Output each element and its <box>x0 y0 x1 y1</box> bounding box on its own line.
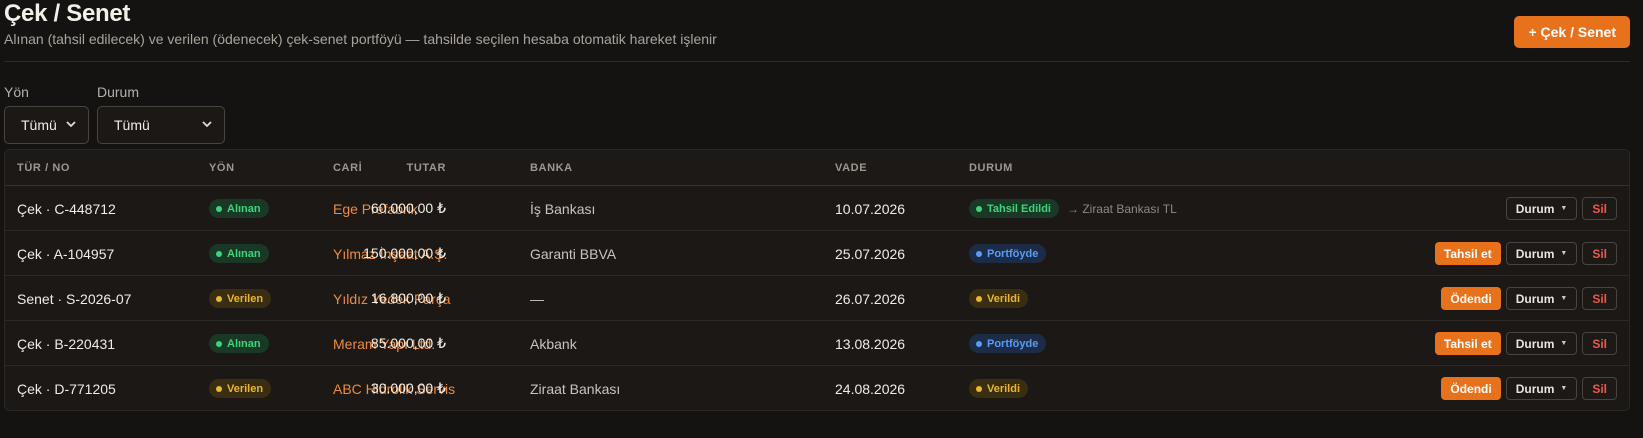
row-bank: Ziraat Bankası <box>530 380 621 397</box>
table-header: TÜR / NO YÖN CARİ BANKA TUTAR VADE DURUM <box>5 150 1629 186</box>
status-select[interactable]: Tümü <box>97 106 225 144</box>
dot-icon <box>216 385 222 392</box>
delete-button[interactable]: Sil <box>1582 197 1617 220</box>
direction-select-value: Tümü <box>21 117 57 133</box>
row-primary-action-button[interactable]: Ödendi <box>1441 377 1501 400</box>
caret-down-icon: ▼ <box>1560 340 1568 347</box>
dot-icon <box>976 340 982 347</box>
row-type-no: Çek · C-448712 <box>17 200 116 217</box>
direction-badge: Alınan <box>209 199 269 218</box>
column-header-bank: BANKA <box>530 162 573 174</box>
row-bank: Akbank <box>530 335 577 352</box>
row-bank: Garanti BBVA <box>530 245 617 262</box>
dot-icon <box>216 250 222 257</box>
dot-icon <box>216 205 222 212</box>
row-primary-action-button[interactable]: Tahsil et <box>1434 242 1501 265</box>
row-type-no: Çek · D-771205 <box>17 380 116 397</box>
row-due-date: 26.07.2026 <box>835 290 906 307</box>
caret-down-icon: ▼ <box>1560 385 1568 392</box>
row-amount: 16.800,00 ₺ <box>370 290 446 306</box>
direction-badge: Alınan <box>209 334 269 353</box>
table-row: Çek · C-448712 Alınan Ege Prefabrik İş B… <box>5 186 1629 231</box>
row-bank: — <box>530 290 544 307</box>
caret-down-icon: ▼ <box>1560 295 1568 302</box>
direction-badge: Verilen <box>209 379 272 398</box>
dot-icon <box>976 385 982 392</box>
delete-button[interactable]: Sil <box>1582 242 1617 265</box>
page-title: Çek / Senet <box>4 0 131 27</box>
status-select-value: Tümü <box>114 117 150 133</box>
status-filter: Durum Tümü <box>97 84 225 144</box>
row-due-date: 13.08.2026 <box>835 335 906 352</box>
row-actions: Ödendi Durum ▼ Sil <box>1441 366 1617 410</box>
status-badge: Portföyde <box>969 244 1047 263</box>
row-primary-action-button[interactable]: Ödendi <box>1441 287 1501 310</box>
status-badge: Portföyde <box>969 334 1047 353</box>
delete-button[interactable]: Sil <box>1582 332 1617 355</box>
chevron-down-icon <box>202 119 212 131</box>
row-amount: 30.000,00 ₺ <box>370 380 446 396</box>
row-amount: 150.000,00 ₺ <box>363 245 446 261</box>
row-due-date: 10.07.2026 <box>835 200 906 217</box>
row-actions: Tahsil et Durum ▼ Sil <box>1434 231 1617 276</box>
direction-select[interactable]: Tümü <box>4 106 89 144</box>
column-header-status: DURUM <box>969 162 1013 174</box>
dot-icon <box>976 250 982 257</box>
dot-icon <box>976 295 982 302</box>
status-menu-button[interactable]: Durum ▼ <box>1505 287 1578 310</box>
caret-down-icon: ▼ <box>1560 205 1568 212</box>
status-menu-button[interactable]: Durum ▼ <box>1505 197 1578 220</box>
table-row: Çek · D-771205 Verilen ABC Hidrolik Serv… <box>5 366 1629 410</box>
delete-button[interactable]: Sil <box>1582 377 1617 400</box>
status-target-note: → Ziraat Bankası TL <box>1066 201 1177 216</box>
row-actions: Durum ▼ Sil <box>1505 186 1617 231</box>
column-header-cari: CARİ <box>333 162 363 174</box>
row-type-no: Senet · S-2026-07 <box>17 290 132 307</box>
status-menu-button[interactable]: Durum ▼ <box>1505 377 1578 400</box>
direction-filter: Yön Tümü <box>4 84 89 144</box>
page-subtitle: Alınan (tahsil edilecek) ve verilen (öde… <box>4 31 717 47</box>
row-amount: 85.000,00 ₺ <box>370 335 446 351</box>
status-menu-button[interactable]: Durum ▼ <box>1505 332 1578 355</box>
status-filter-label: Durum <box>97 84 140 100</box>
direction-badge: Verilen <box>209 289 272 308</box>
row-amount: 60.000,00 ₺ <box>370 200 446 216</box>
chevron-down-icon <box>66 119 76 131</box>
row-actions: Ödendi Durum ▼ Sil <box>1441 276 1617 321</box>
row-bank: İş Bankası <box>530 200 596 217</box>
status-menu-button[interactable]: Durum ▼ <box>1505 242 1578 265</box>
column-header-amount: TUTAR <box>406 162 446 174</box>
row-actions: Tahsil et Durum ▼ Sil <box>1434 321 1617 366</box>
caret-down-icon: ▼ <box>1560 250 1568 257</box>
dot-icon <box>216 295 222 302</box>
table-row: Çek · B-220431 Alınan Meram Yapı Ltd. Ak… <box>5 321 1629 366</box>
status-badge: Verildi <box>969 379 1029 398</box>
status-badge: Verildi <box>969 289 1029 308</box>
column-header-direction: YÖN <box>209 162 235 174</box>
delete-button[interactable]: Sil <box>1582 287 1617 310</box>
table-body: Çek · C-448712 Alınan Ege Prefabrik İş B… <box>5 186 1629 410</box>
direction-filter-label: Yön <box>4 84 29 100</box>
column-header-type-no: TÜR / NO <box>17 162 71 174</box>
page-header: Çek / Senet Alınan (tahsil edilecek) ve … <box>4 0 1630 62</box>
dot-icon <box>216 340 222 347</box>
dot-icon <box>976 205 982 212</box>
row-due-date: 24.08.2026 <box>835 380 906 397</box>
row-primary-action-button[interactable]: Tahsil et <box>1434 332 1501 355</box>
checks-table: TÜR / NO YÖN CARİ BANKA TUTAR VADE DURUM… <box>4 149 1630 411</box>
column-header-due: VADE <box>835 162 868 174</box>
new-check-button[interactable]: + Çek / Senet <box>1514 16 1630 48</box>
direction-badge: Alınan <box>209 244 269 263</box>
table-row: Çek · A-104957 Alınan Yılmaz İnşaat A.Ş.… <box>5 231 1629 276</box>
row-type-no: Çek · B-220431 <box>17 335 116 352</box>
status-badge: Tahsil Edildi <box>969 199 1059 218</box>
row-type-no: Çek · A-104957 <box>17 245 115 262</box>
row-due-date: 25.07.2026 <box>835 245 906 262</box>
table-row: Senet · S-2026-07 Verilen Yıldız Yedek P… <box>5 276 1629 321</box>
